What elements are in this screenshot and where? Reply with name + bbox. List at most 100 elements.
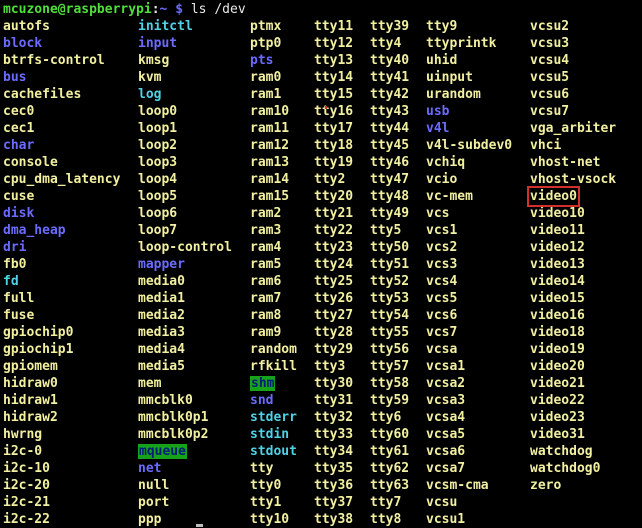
entry-name: tty12 [314, 36, 354, 51]
entry-name: btrfs-control [3, 53, 105, 68]
entry-name: ram3 [250, 223, 282, 238]
dev-entry: vcsa4 [426, 409, 512, 426]
entry-name: rfkill [250, 359, 297, 374]
dev-entry: ram14 [250, 171, 297, 188]
entry-name: tty4 [370, 36, 402, 51]
dev-entry: tty32 [314, 409, 353, 426]
dev-entry: vcsa [426, 341, 512, 358]
dev-entry: kmsg [138, 52, 232, 69]
entry-name: loop1 [138, 121, 178, 136]
entry-name: ram5 [250, 257, 282, 272]
dev-entry: vcsa2 [426, 375, 512, 392]
entry-name: vcsa2 [426, 376, 466, 391]
dev-entry: vcsu5 [530, 69, 616, 86]
dev-entry: tty44 [370, 120, 409, 137]
entry-name: tty55 [370, 325, 410, 340]
entry-name: vhci [530, 138, 562, 153]
dev-entry: tty33 [314, 426, 353, 443]
entry-name: mqueue [138, 444, 187, 459]
entry-name: tty40 [370, 53, 410, 68]
entry-name: stderr [250, 410, 297, 425]
dev-entry: loop2 [138, 137, 232, 154]
entry-name: loop5 [138, 189, 178, 204]
prompt-symbol: $ [175, 2, 184, 17]
entry-name: media0 [138, 274, 185, 289]
dev-entry: tty1 [250, 494, 297, 511]
dev-entry: ram13 [250, 154, 297, 171]
dev-entry: vcs [426, 205, 512, 222]
entry-name: tty31 [314, 393, 354, 408]
dev-entry: video14 [530, 273, 616, 290]
dev-entry: vcsm-cma [426, 477, 512, 494]
dev-entry: vcsu4 [530, 52, 616, 69]
entry-name: media2 [138, 308, 185, 323]
dev-entry: i2c-20 [3, 477, 120, 494]
entry-name: video15 [530, 291, 585, 306]
dev-entry: tty4 [370, 35, 409, 52]
dev-entry: vcsu1 [426, 511, 512, 528]
entry-name: null [138, 478, 170, 493]
entry-name: video31 [530, 427, 585, 442]
dev-entry: btrfs-control [3, 52, 120, 69]
dev-entry: console [3, 154, 120, 171]
dev-entry: tty40 [370, 52, 409, 69]
prompt-command: ls /dev [190, 2, 246, 17]
annotation-mark [325, 106, 327, 109]
dev-entry: stdout [250, 443, 297, 460]
listing-column-7: vcsu2 vcsu3 vcsu4 vcsu5 vcsu6 vcsu7 vga_arbite… [527, 18, 617, 494]
entry-name: ram10 [250, 104, 290, 119]
entry-name: char [3, 138, 35, 153]
entry-name: tty47 [370, 172, 410, 187]
dev-entry: snd [250, 392, 297, 409]
dev-entry: ram2 [250, 205, 297, 222]
entry-name: full [3, 291, 35, 306]
dev-entry: video0 [527, 186, 616, 207]
entry-name: vcsa3 [426, 393, 466, 408]
entry-name: vhost-vsock [530, 172, 617, 187]
entry-name: vcs2 [426, 240, 458, 255]
entry-name: tty57 [370, 359, 410, 374]
dev-entry: loop6 [138, 205, 232, 222]
entry-name: ram15 [250, 189, 290, 204]
entry-name: vc-mem [426, 189, 473, 204]
entry-name: video11 [530, 223, 585, 238]
dev-entry: vcsa7 [426, 460, 512, 477]
entry-name: kvm [138, 70, 162, 85]
dev-entry: tty2 [314, 171, 353, 188]
entry-name: mapper [138, 257, 185, 272]
entry-name: tty26 [314, 291, 354, 306]
dev-entry: loop7 [138, 222, 232, 239]
entry-name: input [138, 36, 178, 51]
entry-name: tty50 [370, 240, 410, 255]
dev-entry: i2c-21 [3, 494, 120, 511]
dev-entry: tty8 [370, 511, 409, 528]
entry-name: media1 [138, 291, 185, 306]
dev-entry: mem [138, 375, 232, 392]
listing-column-5: tty39 tty4 tty40 tty41 tty42 tty43 tty44 tty45 t… [370, 18, 409, 528]
entry-name: tty13 [314, 53, 354, 68]
entry-name: tty29 [314, 342, 354, 357]
dev-entry: log [138, 86, 232, 103]
entry-name: tty34 [314, 444, 354, 459]
dev-entry: tty61 [370, 443, 409, 460]
entry-name: tty28 [314, 325, 354, 340]
shell-prompt-line: mcuzone@raspberrypi:~ $ ls /dev [3, 1, 246, 18]
entry-name: tty46 [370, 155, 410, 170]
dev-entry: ram10 [250, 103, 297, 120]
entry-name: vga_arbiter [530, 121, 617, 136]
entry-name: i2c-22 [3, 512, 50, 527]
entry-name: tty60 [370, 427, 410, 442]
entry-name: vcs7 [426, 325, 458, 340]
entry-name: ptmx [250, 19, 282, 34]
entry-name: tty36 [314, 478, 354, 493]
terminal-window[interactable]: mcuzone@raspberrypi:~ $ ls /dev autofs bl… [0, 0, 642, 528]
entry-name: tty2 [314, 172, 346, 187]
entry-name: tty18 [314, 138, 354, 153]
entry-name: tty62 [370, 461, 410, 476]
dev-entry: vhost-net [530, 154, 616, 171]
dev-entry: vcsu [426, 494, 512, 511]
dev-entry: tty50 [370, 239, 409, 256]
dev-entry: media4 [138, 341, 232, 358]
entry-name: log [138, 87, 162, 102]
prompt-colon: : [151, 2, 160, 17]
